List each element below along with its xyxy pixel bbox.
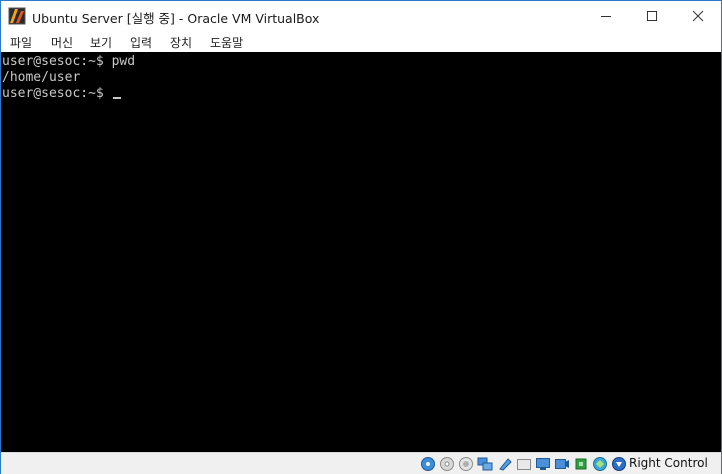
menu-file[interactable]: 파일 — [10, 34, 32, 51]
minimize-icon — [601, 16, 611, 17]
close-button[interactable] — [675, 1, 721, 31]
audio-icon[interactable] — [458, 456, 474, 472]
mouse-integration-icon[interactable] — [592, 456, 608, 472]
cpu-icon[interactable] — [573, 456, 589, 472]
terminal-prompt: user@sesoc:~$ — [2, 86, 112, 101]
maximize-icon — [647, 11, 657, 21]
shared-folders-icon[interactable] — [516, 456, 532, 472]
menu-help[interactable]: 도움말 — [210, 34, 243, 51]
host-key-label[interactable]: Right Control — [629, 456, 708, 470]
minimize-button[interactable] — [583, 1, 629, 31]
vm-console-screen[interactable]: user@sesoc:~$ pwd /home/user user@sesoc:… — [1, 52, 721, 452]
status-bar: Right Control — [1, 452, 721, 474]
display-icon[interactable] — [535, 456, 551, 472]
keyboard-icon[interactable] — [611, 456, 627, 472]
menu-view[interactable]: 보기 — [90, 34, 112, 51]
virtualbox-window: Ubuntu Server [실행 중] - Oracle VM Virtual… — [0, 0, 722, 474]
virtualbox-app-icon[interactable] — [8, 7, 26, 25]
menu-devices[interactable]: 장치 — [170, 34, 192, 51]
menu-machine[interactable]: 머신 — [51, 34, 73, 51]
window-title: Ubuntu Server [실행 중] - Oracle VM Virtual… — [32, 11, 320, 26]
maximize-button[interactable] — [629, 1, 675, 31]
video-capture-icon[interactable] — [554, 456, 570, 472]
menu-input[interactable]: 입력 — [130, 34, 152, 51]
title-bar[interactable]: Ubuntu Server [실행 중] - Oracle VM Virtual… — [1, 1, 721, 31]
network-icon[interactable] — [477, 456, 493, 472]
terminal-line: user@sesoc:~$ pwd — [2, 54, 136, 69]
hard-disk-icon[interactable] — [420, 456, 436, 472]
terminal-prompt-line: user@sesoc:~$ — [2, 86, 121, 102]
usb-icon[interactable] — [497, 456, 513, 472]
close-icon — [692, 10, 704, 22]
menu-bar: 파일 머신 보기 입력 장치 도움말 — [1, 31, 721, 52]
terminal-line: /home/user — [2, 70, 81, 85]
terminal-cursor — [112, 97, 121, 99]
optical-drive-icon[interactable] — [439, 456, 455, 472]
